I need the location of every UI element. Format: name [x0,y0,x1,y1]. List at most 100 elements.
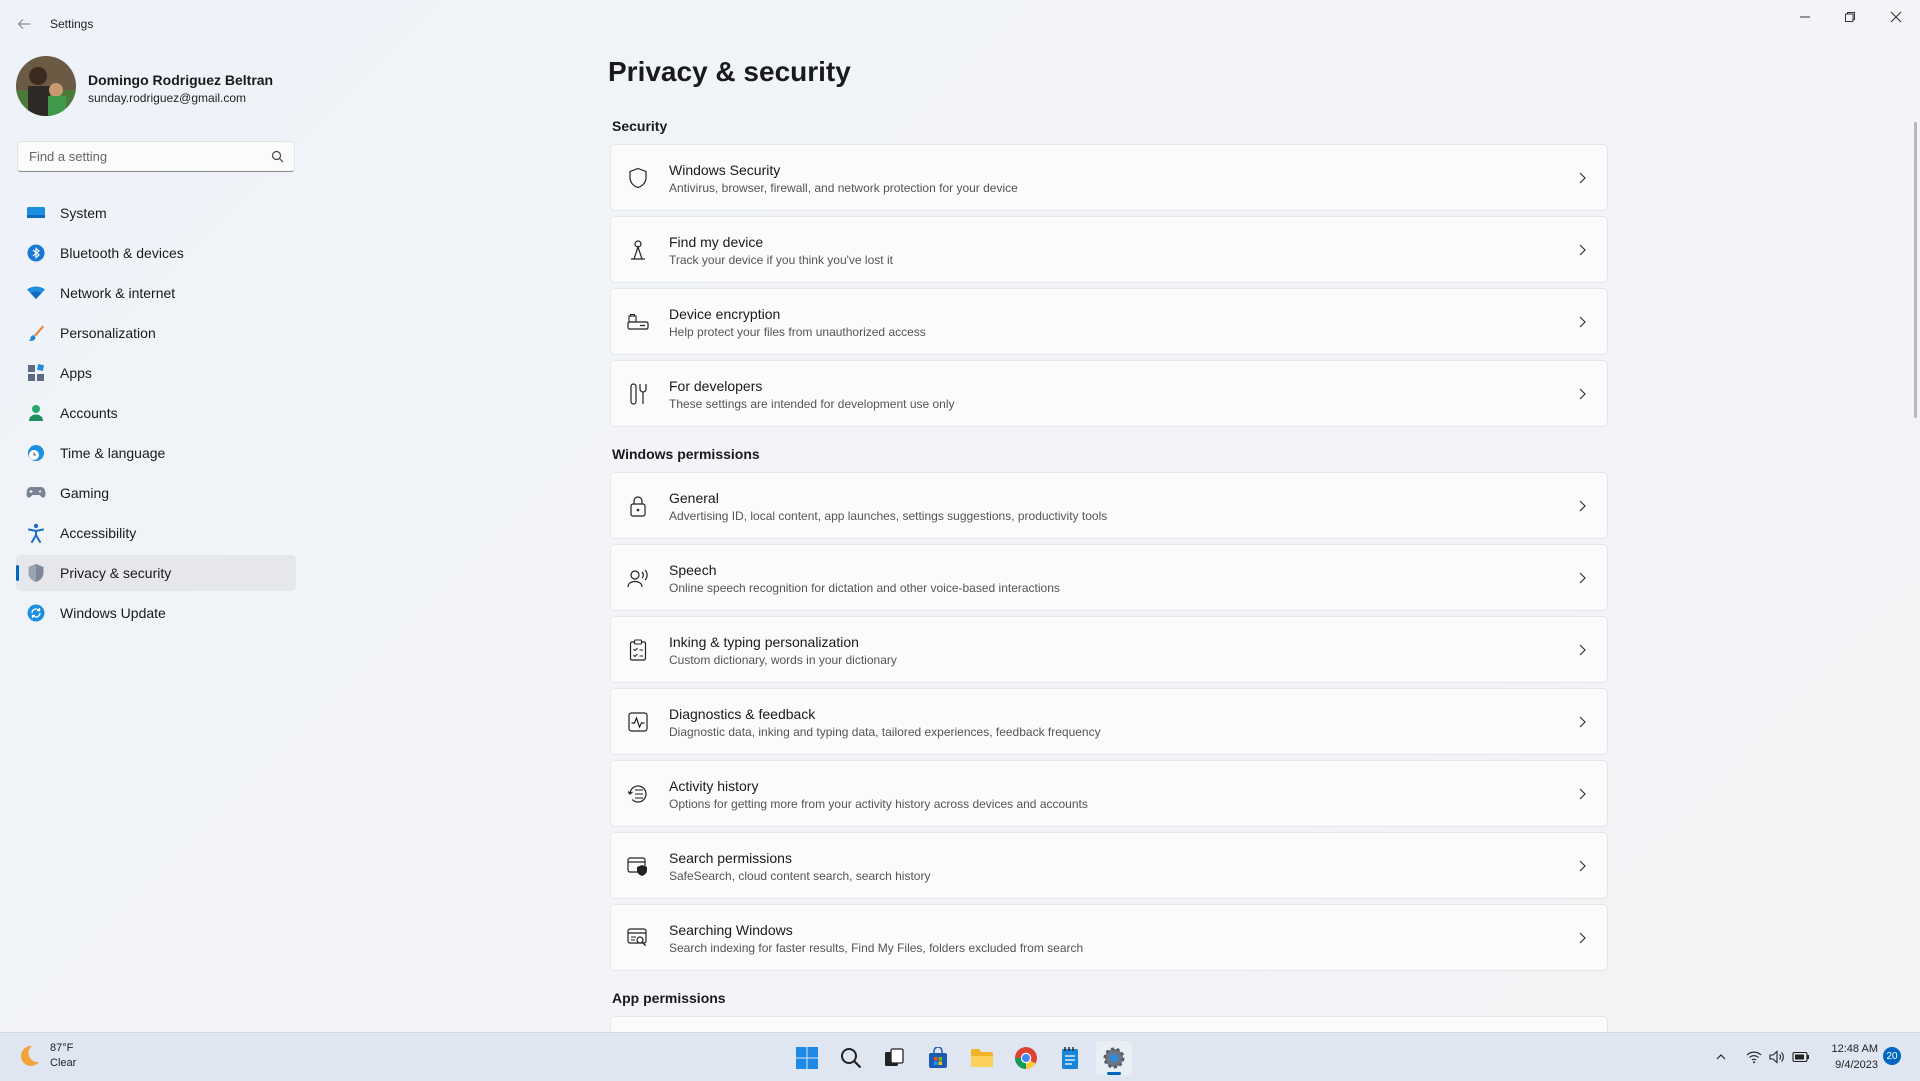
settings-item-windows-security[interactable]: Windows Security Antivirus, browser, fir… [610,144,1608,211]
battery-button[interactable] [1791,1047,1811,1067]
start-button[interactable] [789,1041,825,1075]
settings-item-speech[interactable]: Speech Online speech recognition for dic… [610,544,1608,611]
app-title: Settings [50,17,94,31]
item-description: Help protect your files from unauthorize… [669,325,926,339]
network-button[interactable] [1744,1047,1764,1067]
item-title: Activity history [669,778,759,794]
settings-item-inking-typing[interactable]: Inking & typing personalization Custom d… [610,616,1608,683]
shield-outline-icon [627,167,649,189]
search-input[interactable] [27,148,261,165]
weather-temp: 87°F [50,1042,74,1054]
sidebar-item-system[interactable]: System [16,195,296,231]
sidebar-item-time-language[interactable]: Time & language [16,435,296,471]
item-title: General [669,490,719,506]
settings-item-find-my-device[interactable]: Find my device Track your device if you … [610,216,1608,283]
sidebar-item-label: Privacy & security [60,565,172,581]
scrollbar-thumb[interactable] [1914,122,1917,418]
notepad-icon [1062,1047,1078,1069]
task-view-button[interactable] [876,1041,912,1075]
accessibility-icon [26,523,46,543]
search-icon[interactable] [271,150,284,163]
sidebar-item-label: Accessibility [60,525,137,541]
section-title-app-permissions: App permissions [612,990,726,1006]
settings-item-partial[interactable] [610,1016,1608,1032]
settings-item-diagnostics-feedback[interactable]: Diagnostics & feedback Diagnostic data, … [610,688,1608,755]
notification-badge[interactable]: 20 [1883,1047,1901,1065]
item-description: Online speech recognition for dictation … [669,581,1060,595]
page-title: Privacy & security [608,56,851,87]
item-title: Search permissions [669,850,792,866]
chevron-right-icon [1579,644,1586,656]
item-title: Device encryption [669,306,781,322]
settings-item-search-permissions[interactable]: Search permissions SafeSearch, cloud con… [610,832,1608,899]
minimize-button[interactable] [1783,6,1827,28]
sidebar-item-accessibility[interactable]: Accessibility [16,515,296,551]
sidebar-item-windows-update[interactable]: Windows Update [16,595,296,631]
settings-item-searching-windows[interactable]: Searching Windows Search indexing for fa… [610,904,1608,971]
sidebar-item-label: Accounts [60,405,118,421]
item-description: Antivirus, browser, firewall, and networ… [669,181,1018,195]
user-email: sunday.rodriguez@gmail.com [88,91,247,105]
chevron-right-icon [1579,172,1586,184]
back-button[interactable] [12,12,36,36]
sidebar-item-apps[interactable]: Apps [16,355,296,391]
item-title: For developers [669,378,763,394]
avatar[interactable] [16,56,76,116]
minimize-icon [1800,16,1810,18]
weather-widget[interactable]: 87°F Clear [16,1041,76,1071]
chevron-right-icon [1579,244,1586,256]
title-bar: Settings [0,0,1920,46]
taskbar-search-button[interactable] [833,1041,869,1075]
store-icon [929,1047,947,1068]
settings-item-activity-history[interactable]: Activity history Options for getting mor… [610,760,1608,827]
restore-button[interactable] [1828,6,1872,28]
diagnostics-icon [627,711,649,733]
sidebar-nav: System Bluetooth & devices Network & int… [16,195,296,635]
chevron-right-icon [1579,572,1586,584]
developer-tools-icon [627,383,649,405]
search-shield-icon [627,855,649,877]
item-description: SafeSearch, cloud content search, search… [669,869,931,883]
chevron-right-icon [1579,500,1586,512]
item-title: Diagnostics & feedback [669,706,816,722]
taskbar-app-store[interactable] [920,1041,956,1075]
update-icon [26,603,46,623]
sidebar-item-label: System [60,205,107,221]
item-title: Windows Security [669,162,781,178]
volume-icon [1769,1050,1784,1064]
item-description: Diagnostic data, inking and typing data,… [669,725,1101,739]
weather-condition: Clear [50,1057,77,1069]
chevron-right-icon [1579,316,1586,328]
taskbar-app-settings[interactable] [1096,1041,1132,1075]
moon-icon [21,1045,39,1066]
bluetooth-icon [26,243,46,263]
restore-icon [1845,12,1855,22]
clock-time: 12:48 AM [1831,1043,1878,1055]
taskbar-app-chrome[interactable] [1008,1041,1044,1075]
settings-item-device-encryption[interactable]: Device encryption Help protect your file… [610,288,1608,355]
sidebar-item-label: Windows Update [60,605,166,621]
sidebar-item-personalization[interactable]: Personalization [16,315,296,351]
brush-icon [26,323,46,343]
settings-item-for-developers[interactable]: For developers These settings are intend… [610,360,1608,427]
sidebar-item-label: Time & language [60,445,166,461]
sidebar-item-privacy-security[interactable]: Privacy & security [16,555,296,591]
gamepad-icon [26,483,46,503]
sidebar-item-bluetooth-devices[interactable]: Bluetooth & devices [16,235,296,271]
close-button[interactable] [1874,6,1918,28]
task-view-icon [885,1048,904,1066]
search-box[interactable] [17,141,295,172]
show-hidden-icons-button[interactable] [1711,1047,1731,1067]
chevron-right-icon [1579,860,1586,872]
settings-item-general[interactable]: General Advertising ID, local content, a… [610,472,1608,539]
volume-button[interactable] [1767,1047,1787,1067]
taskbar-app-file-explorer[interactable] [964,1041,1000,1075]
sidebar-item-network-internet[interactable]: Network & internet [16,275,296,311]
sidebar-item-gaming[interactable]: Gaming [16,475,296,511]
item-title: Searching Windows [669,922,793,938]
item-description: Track your device if you think you've lo… [669,253,893,267]
sidebar-item-accounts[interactable]: Accounts [16,395,296,431]
clock[interactable]: 12:48 AM 9/4/2023 [1822,1041,1878,1073]
wifi-icon [26,283,46,303]
taskbar-app-notepad[interactable] [1052,1041,1088,1075]
